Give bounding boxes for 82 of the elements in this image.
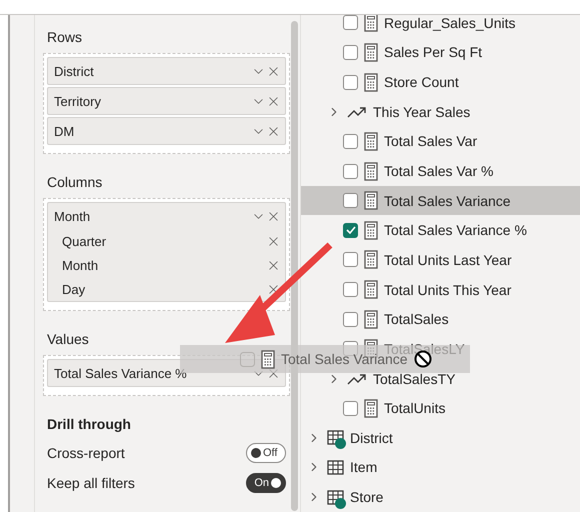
- field-name: TotalSalesTY: [373, 370, 456, 386]
- field-row[interactable]: Total Units Last Year: [301, 245, 580, 275]
- field-chip[interactable]: Month Quarter Month Day: [47, 202, 286, 302]
- checkbox[interactable]: [343, 400, 358, 416]
- calculator-icon: [364, 398, 378, 418]
- calculator-icon: [364, 280, 378, 300]
- field-name: Store Count: [384, 74, 459, 90]
- checkbox[interactable]: [343, 252, 358, 268]
- field-chip[interactable]: District: [47, 57, 286, 85]
- section-title: Drill through: [46, 415, 132, 434]
- checkbox[interactable]: [343, 282, 358, 298]
- field-row[interactable]: Total Units This Year: [301, 274, 580, 304]
- field-row[interactable]: Store Count: [301, 67, 580, 97]
- field-name: This Year Sales: [373, 104, 470, 120]
- field-name: Sales Per Sq Ft: [384, 44, 482, 60]
- field-row[interactable]: Total Sales Variance: [301, 186, 580, 216]
- field-name: TotalUnits: [384, 400, 446, 416]
- checkbox[interactable]: [343, 312, 358, 327]
- field-chip[interactable]: Territory: [47, 87, 286, 115]
- field-row[interactable]: Total Sales Variance %: [301, 215, 580, 246]
- field-name: Total Sales Variance %: [384, 222, 527, 238]
- field-name: TotalSales: [384, 311, 449, 328]
- toggle-switch[interactable]: On: [246, 473, 286, 493]
- hierarchy-level: Month: [62, 258, 100, 272]
- table-row[interactable]: Item: [301, 452, 580, 482]
- table-row[interactable]: Store: [301, 482, 580, 512]
- table-name: Item: [350, 459, 378, 476]
- well-label: Values: [46, 330, 90, 349]
- field-name: Month: [54, 208, 92, 224]
- calculator-icon: [364, 132, 378, 151]
- field-row[interactable]: TotalUnits: [301, 393, 580, 423]
- field-chip[interactable]: DM: [47, 117, 286, 145]
- checkbox[interactable]: [343, 164, 358, 179]
- field-name: Total Sales Var: [384, 133, 478, 150]
- field-row[interactable]: Total Sales Var: [301, 126, 580, 156]
- calculator-icon: [364, 250, 378, 270]
- table-row[interactable]: District: [301, 422, 580, 453]
- checkbox[interactable]: [343, 74, 358, 90]
- checkmark-icon: [346, 226, 356, 234]
- trend-icon: [347, 106, 367, 118]
- field-name: District: [54, 64, 95, 78]
- field-name: Total Sales Variance %: [54, 366, 188, 380]
- field-row[interactable]: TotalSalesTY: [301, 364, 580, 394]
- table-icon: [327, 430, 344, 446]
- checkbox[interactable]: [343, 193, 358, 208]
- toggle-label: Cross-report: [47, 445, 125, 461]
- calculator-icon: [364, 15, 378, 32]
- calculator-icon: [364, 42, 378, 62]
- hierarchy-level: Quarter: [62, 234, 108, 248]
- calculator-icon: [261, 350, 275, 368]
- field-name: Territory: [54, 94, 102, 108]
- table-name: Store: [350, 489, 384, 506]
- table-icon: [327, 460, 344, 475]
- calculator-icon: [364, 162, 378, 181]
- field-name: DM: [54, 124, 76, 138]
- table-icon: [327, 490, 344, 505]
- field-row[interactable]: This Year Sales: [301, 96, 580, 127]
- calculator-icon: [364, 72, 378, 92]
- field-name: Total Units Last Year: [384, 252, 512, 268]
- field-row[interactable]: Regular_Sales_Units: [301, 15, 580, 38]
- checkbox[interactable]: [343, 222, 358, 238]
- calculator-icon: [364, 310, 378, 329]
- toggle-switch[interactable]: Off: [246, 443, 286, 463]
- field-name: Total Units This Year: [384, 282, 512, 298]
- well-label: Rows: [46, 28, 84, 47]
- checkbox[interactable]: [343, 15, 358, 30]
- field-name: Total Sales Variance: [384, 192, 511, 209]
- hierarchy-level: Day: [62, 282, 86, 296]
- field-row[interactable]: TotalSales: [301, 304, 580, 334]
- well-label: Columns: [46, 173, 104, 192]
- trend-icon: [347, 372, 367, 384]
- calculator-icon: [364, 191, 378, 210]
- field-row[interactable]: Total Sales Var %: [301, 156, 580, 186]
- table-name: District: [350, 430, 393, 446]
- field-row[interactable]: Sales Per Sq Ft: [301, 38, 580, 68]
- toggle-label: Keep all filters: [47, 475, 135, 491]
- square-icon: [240, 352, 255, 366]
- field-name: Total Sales Var %: [384, 163, 494, 180]
- calculator-icon: [364, 220, 378, 240]
- checkbox[interactable]: [343, 44, 358, 60]
- field-name: Regular_Sales_Units: [384, 15, 516, 31]
- checkbox[interactable]: [343, 134, 358, 149]
